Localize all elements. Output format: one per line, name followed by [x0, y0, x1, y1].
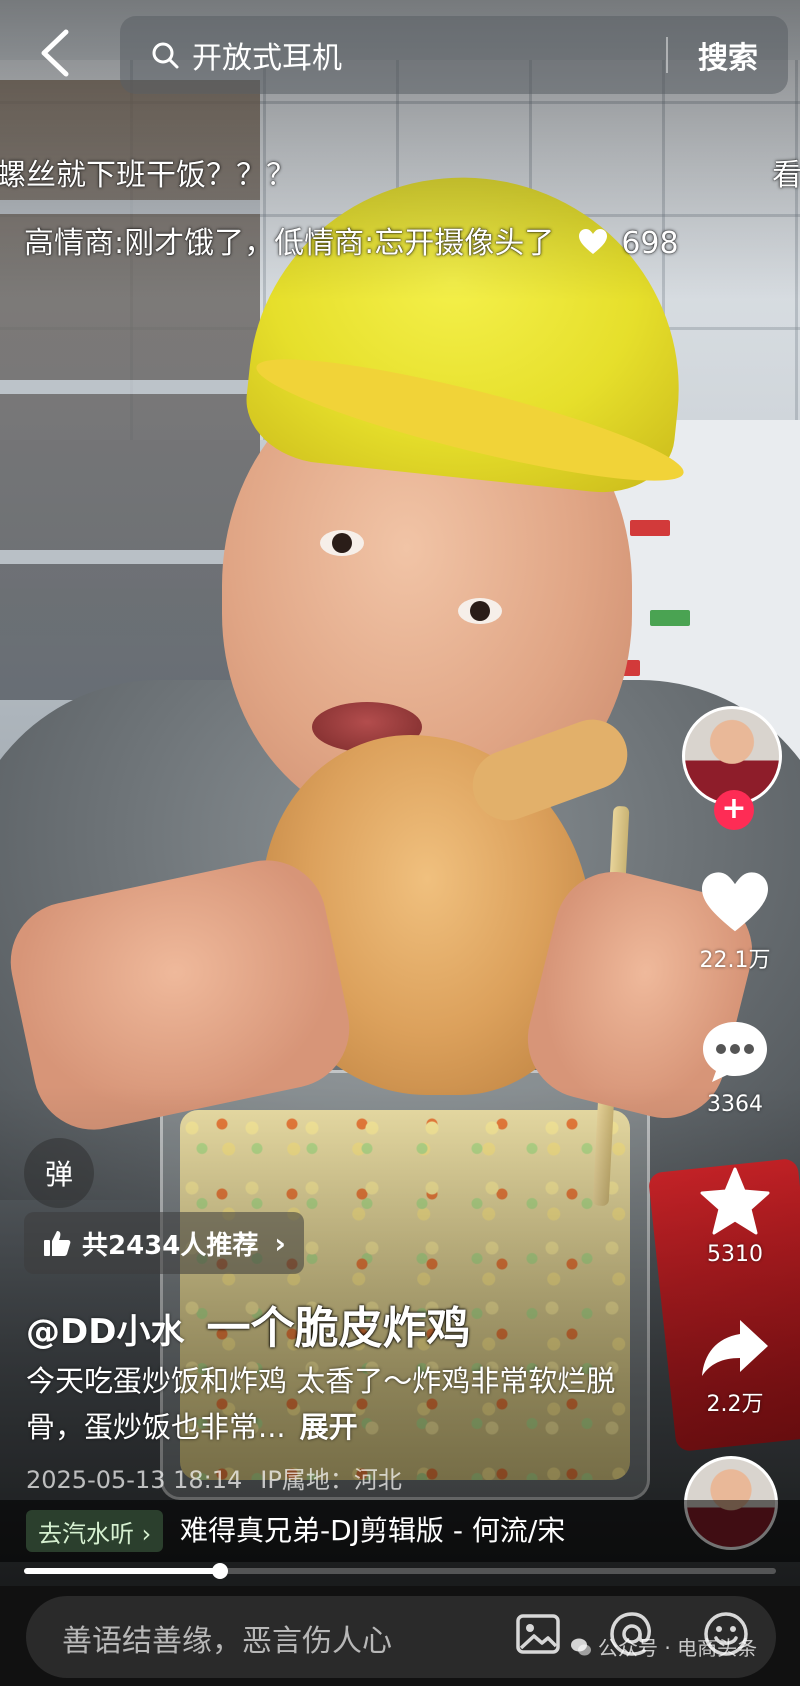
post-description[interactable]: 今天吃蛋炒饭和炸鸡 太香了～炸鸡非常软烂脱骨，蛋炒饭也非常... 展开	[26, 1358, 666, 1450]
heart-icon	[702, 872, 768, 932]
search-input[interactable]: 开放式耳机	[192, 33, 666, 77]
search-bar[interactable]: 开放式耳机 搜索	[120, 16, 788, 94]
comment-count: 3364	[707, 1092, 763, 1117]
chevron-right-icon: ›	[274, 1226, 286, 1260]
top-bar: 开放式耳机 搜索	[0, 0, 800, 100]
recommend-label: 共2434人推荐	[82, 1230, 259, 1261]
video-progress-bar[interactable]	[24, 1563, 776, 1579]
image-icon[interactable]	[512, 1608, 564, 1660]
music-strip[interactable]: 去汽水听 › 难得真兄弟-DJ剪辑版 - 何流/宋	[0, 1500, 800, 1562]
share-arrow-icon	[702, 1320, 768, 1376]
thumbs-up-icon	[44, 1231, 71, 1256]
danmaku-like-count: 698	[621, 226, 679, 261]
search-button[interactable]: 搜索	[668, 33, 788, 77]
wechat-icon	[571, 1638, 591, 1655]
open-in-music-app-button[interactable]: 去汽水听 ›	[26, 1510, 164, 1552]
favorite-count: 5310	[707, 1242, 763, 1267]
danmaku-comment: 看	[772, 158, 800, 193]
comment-input[interactable]: 善语结善缘，恶言伤人心	[62, 1616, 392, 1660]
watermark-text: 公众号 · 电商头条	[598, 1636, 758, 1660]
share-count: 2.2万	[706, 1392, 764, 1417]
comment-button[interactable]: 3364	[690, 1018, 780, 1117]
post-datetime: 2025-05-13 18:14	[26, 1466, 243, 1494]
author-line: @DD小水 一个脆皮炸鸡	[26, 1292, 470, 1356]
progress-scrubber-handle[interactable]	[211, 1563, 228, 1579]
like-count: 22.1万	[699, 948, 771, 973]
danmaku-toggle-button[interactable]: 弹	[24, 1138, 94, 1208]
progress-fill	[24, 1568, 220, 1574]
eye	[320, 530, 364, 556]
back-arrow-icon[interactable]	[32, 26, 80, 80]
danmaku-comment-liked: 高情商:刚才饿了，低情商:忘开摄像头了 698	[24, 218, 679, 262]
danmaku-text: 高情商:刚才饿了，低情商:忘开摄像头了	[24, 226, 555, 261]
post-meta: 2025-05-13 18:14 IP属地：河北	[26, 1460, 402, 1495]
danmaku-toggle-label: 弹	[44, 1158, 73, 1191]
follow-button[interactable]: +	[714, 790, 754, 830]
favorite-button[interactable]: 5310	[690, 1166, 780, 1267]
video-caption-overlay: 一个脆皮炸鸡	[206, 1303, 471, 1354]
share-button[interactable]: 2.2万	[690, 1316, 780, 1418]
search-icon	[152, 42, 179, 69]
author-name[interactable]: @DD小水	[26, 1304, 184, 1353]
comment-bubble-icon	[703, 1022, 767, 1082]
like-button[interactable]: 22.1万	[690, 870, 780, 974]
recommend-pill[interactable]: 共2434人推荐 ›	[24, 1212, 304, 1274]
watermark: 公众号 · 电商头条	[570, 1632, 757, 1661]
heart-icon	[578, 229, 607, 254]
ip-location: IP属地：河北	[260, 1466, 402, 1494]
danmaku-comment: 螺丝就下班干饭？？？	[0, 158, 296, 193]
expand-button[interactable]: 展开	[300, 1410, 358, 1444]
star-icon	[700, 1167, 770, 1235]
eye	[458, 598, 502, 624]
music-title: 难得真兄弟-DJ剪辑版 - 何流/宋	[180, 1514, 566, 1547]
